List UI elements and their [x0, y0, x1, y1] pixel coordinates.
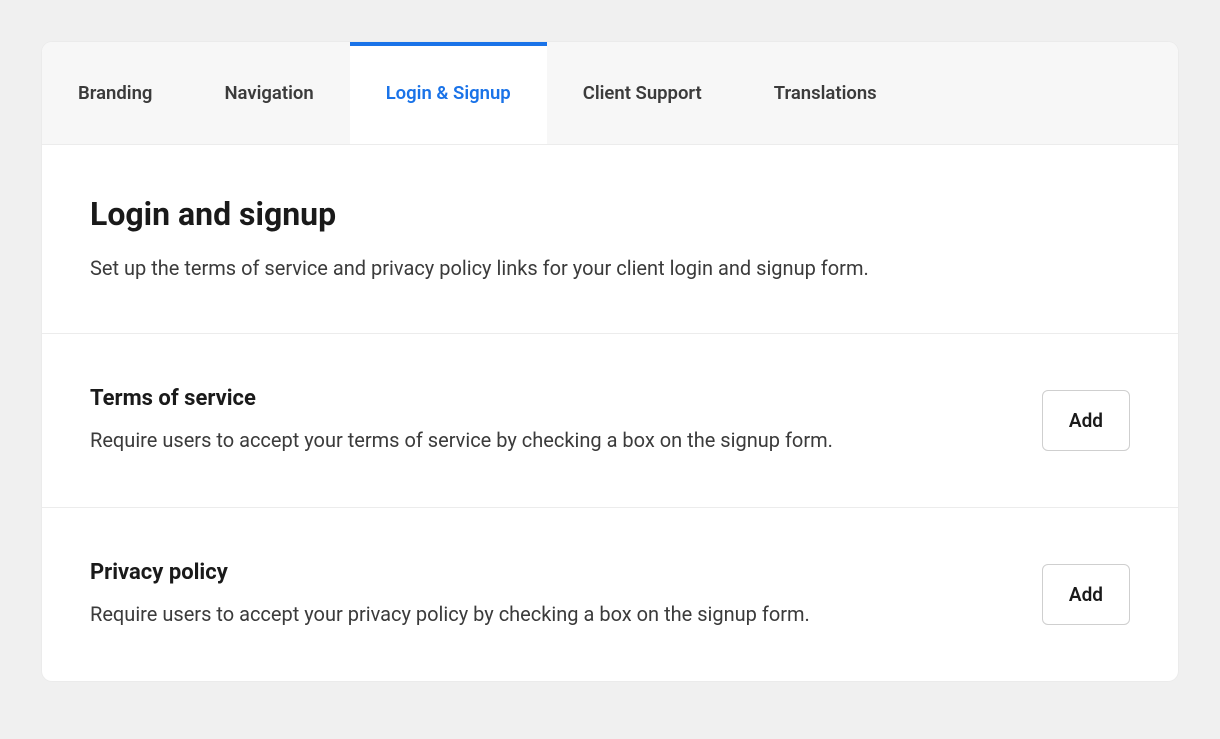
- tab-login-signup[interactable]: Login & Signup: [350, 42, 547, 144]
- row-text: Privacy policy Require users to accept y…: [90, 560, 1042, 629]
- tab-translations[interactable]: Translations: [738, 42, 913, 144]
- add-terms-button[interactable]: Add: [1042, 390, 1130, 451]
- page-title: Login and signup: [90, 195, 1130, 233]
- row-title: Privacy policy: [90, 560, 1018, 585]
- tab-client-support[interactable]: Client Support: [547, 42, 738, 144]
- page-description: Set up the terms of service and privacy …: [90, 253, 1130, 283]
- add-privacy-button[interactable]: Add: [1042, 564, 1130, 625]
- tabs-bar: Branding Navigation Login & Signup Clien…: [42, 42, 1178, 145]
- section-header: Login and signup Set up the terms of ser…: [42, 145, 1178, 334]
- row-text: Terms of service Require users to accept…: [90, 386, 1042, 455]
- row-description: Require users to accept your privacy pol…: [90, 599, 1018, 629]
- row-description: Require users to accept your terms of se…: [90, 425, 1018, 455]
- row-terms-of-service: Terms of service Require users to accept…: [42, 334, 1178, 508]
- tab-navigation[interactable]: Navigation: [188, 42, 349, 144]
- row-privacy-policy: Privacy policy Require users to accept y…: [42, 508, 1178, 681]
- row-title: Terms of service: [90, 386, 1018, 411]
- settings-card: Branding Navigation Login & Signup Clien…: [42, 42, 1178, 681]
- tab-branding[interactable]: Branding: [42, 42, 188, 144]
